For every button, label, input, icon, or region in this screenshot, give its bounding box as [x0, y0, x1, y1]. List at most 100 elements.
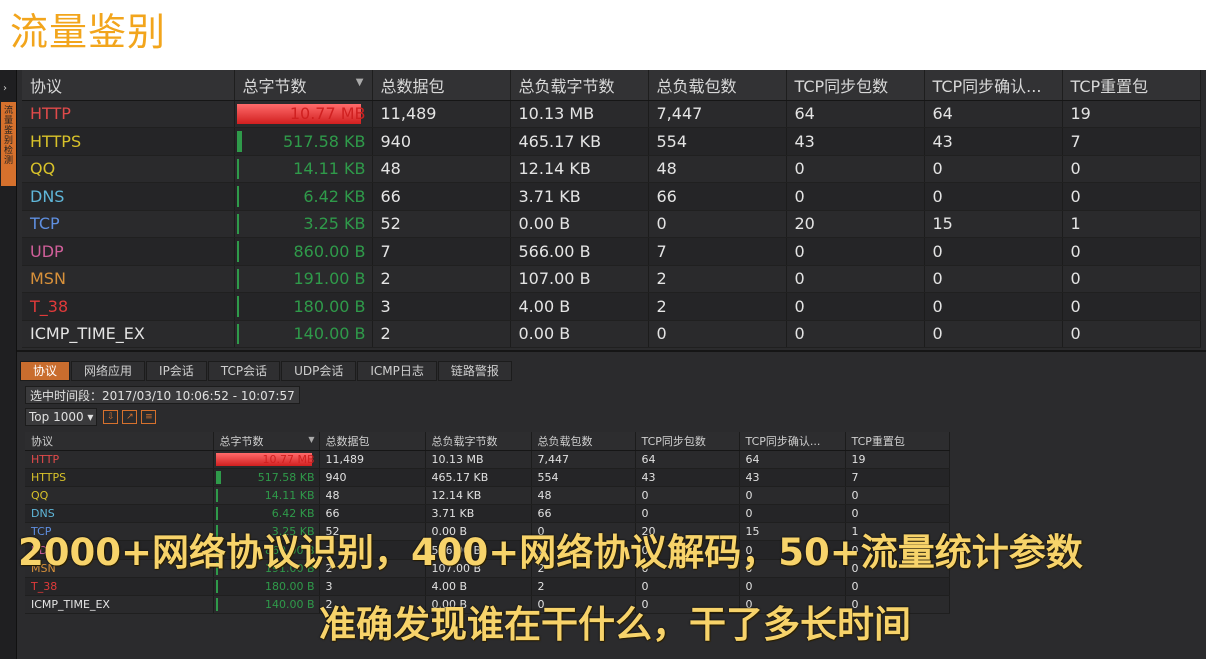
synack-cell: 43 [924, 127, 1063, 156]
synack-cell: 0 [924, 320, 1063, 348]
column-header[interactable]: TCP同步确认... [739, 432, 846, 451]
tab-4[interactable]: UDP会话 [281, 361, 357, 381]
table-row[interactable]: TCP 3.25 KB 52 0.00 B 0 20 15 1 [22, 210, 1201, 238]
tab-5[interactable]: ICMP日志 [357, 361, 437, 381]
packets-cell: 940 [372, 127, 511, 156]
column-header[interactable]: TCP重置包 [845, 432, 950, 451]
export-icon[interactable]: ⇩ [103, 410, 119, 424]
table-body: HTTP 10.77 MB 11,489 10.13 MB 7,447 64 64 19 HTT… [22, 100, 1201, 348]
syn-cell: 0 [786, 155, 925, 183]
bytes-cell: 180.00 B [213, 577, 320, 597]
protocol-name: UDP [22, 237, 235, 266]
column-header-label: 总负载字节数 [518, 76, 615, 96]
payload_bytes-cell: 12.14 KB [425, 486, 532, 506]
protocol-name: QQ [22, 155, 235, 183]
table-row[interactable]: DNS 6.42 KB 66 3.71 KB 66 0 0 0 [22, 182, 1201, 211]
protocol-name: DNS [25, 504, 214, 524]
payload_bytes-cell: 12.14 KB [510, 155, 649, 183]
column-header-label: 协议 [31, 434, 53, 448]
table-row[interactable]: UDP 860.00 B 7 566.00 B7000 [22, 237, 1201, 266]
tab-3[interactable]: TCP会话 [207, 361, 281, 381]
column-header[interactable]: 总字节数 ▼ [234, 70, 373, 101]
bytes-cell: 6.42 KB [213, 504, 320, 524]
synack-cell: 0 [739, 577, 846, 597]
bytes-value: 6.42 KB [271, 507, 315, 521]
time-range-label: 选中时间段：2017/03/10 10:06:52 - 10:07:57 [25, 386, 300, 404]
side-tab[interactable]: 流量鉴别检测 [1, 102, 16, 186]
sort-desc-icon[interactable]: ▼ [356, 77, 364, 88]
payload_packets-cell: 66 [531, 504, 636, 524]
tab-2[interactable]: IP会话 [146, 361, 207, 381]
settings-icon[interactable]: ≡ [141, 410, 157, 424]
column-header[interactable]: TCP同步包数 [786, 70, 925, 101]
table-row[interactable]: MSN 191.00 B 2 107.00 B2000 [22, 265, 1201, 293]
detail-protocol-table: 协议 总字节数 ▼ 总数据包 总负载字节数 总负载包数 TCP同步包数 TCP同步确认... T… [25, 432, 950, 615]
packets-cell: 7 [372, 237, 511, 266]
bytes-value: 191.00 B [293, 269, 366, 289]
side-strip: › 流量鉴别检测 [0, 70, 17, 659]
rst-cell: 1 [1062, 210, 1201, 238]
table-row[interactable]: HTTPS 517.58 KB 940 465.17 KB 554 43 43 7 [25, 468, 950, 487]
column-header[interactable]: 总数据包 [372, 70, 511, 101]
top-n-select[interactable]: Top 1000 ▾ [25, 408, 98, 426]
column-header-label: 总字节数 [219, 434, 264, 448]
column-header[interactable]: 协议 [25, 432, 214, 451]
column-header[interactable]: 总负载字节数 [510, 70, 649, 101]
table-row[interactable]: HTTP 10.77 MB 11,489 10.13 MB 7,447 64 64 19 [22, 100, 1201, 128]
payload_packets-cell: 2 [648, 265, 787, 293]
synack-cell: 0 [924, 155, 1063, 183]
protocol-name: ICMP_TIME_EX [22, 320, 235, 348]
column-header[interactable]: 协议 [22, 70, 235, 101]
rst-cell: 0 [845, 504, 950, 524]
table-row[interactable]: QQ 14.11 KB 48 12.14 KB 48 0 0 0 [25, 486, 950, 506]
column-header[interactable]: TCP重置包 [1062, 70, 1201, 101]
packets-cell: 11,489 [372, 100, 511, 128]
bytes-cell: 6.42 KB [234, 182, 373, 211]
detail-toolbar: Top 1000 ▾ ⇩ ↗ ≡ [25, 408, 160, 426]
bytes-value: 180.00 B [264, 579, 315, 593]
tab-6[interactable]: 链路警报 [437, 361, 512, 381]
column-header[interactable]: 总数据包 [319, 432, 426, 451]
table-row[interactable]: T_38 180.00 B 3 4.00 B2000 [25, 577, 950, 597]
packets-cell: 940 [319, 468, 426, 487]
open-icon[interactable]: ↗ [122, 410, 138, 424]
table-row[interactable]: DNS 6.42 KB 66 3.71 KB 66 0 0 0 [25, 504, 950, 524]
column-header[interactable]: 总负载包数 [531, 432, 636, 451]
bytes-cell: 517.58 KB [234, 127, 373, 156]
rst-cell: 19 [845, 450, 950, 469]
table-row[interactable]: HTTP 10.77 MB 11,489 10.13 MB 7,447 64 64 19 [25, 450, 950, 469]
payload_packets-cell: 554 [648, 127, 787, 156]
column-header-label: 协议 [30, 76, 63, 96]
packets-cell: 3 [319, 577, 426, 597]
column-header[interactable]: TCP同步确认... [924, 70, 1063, 101]
packets-cell: 3 [372, 292, 511, 321]
tab-1[interactable]: 网络应用 [71, 361, 146, 381]
payload_bytes-cell: 107.00 B [510, 265, 649, 293]
table-row[interactable]: ICMP_TIME_EX 140.00 B 2 0.00 B0000 [22, 320, 1201, 348]
synack-cell: 0 [739, 504, 846, 524]
page-title: 流量鉴别 [10, 10, 167, 54]
expand-arrow-icon[interactable]: › [3, 83, 7, 94]
bytes-value: 3.25 KB [303, 214, 366, 234]
payload_packets-cell: 2 [648, 292, 787, 321]
payload_bytes-cell: 566.00 B [510, 237, 649, 266]
bytes-cell: 191.00 B [234, 265, 373, 293]
table-row[interactable]: T_38 180.00 B 3 4.00 B2000 [22, 292, 1201, 321]
bytes-cell: 140.00 B [234, 320, 373, 348]
packets-cell: 48 [372, 155, 511, 183]
payload_bytes-cell: 0.00 B [510, 210, 649, 238]
bytes-cell: 10.77 MB [213, 450, 320, 469]
tab-0[interactable]: 协议 [20, 361, 71, 381]
table-row[interactable]: HTTPS 517.58 KB 940 465.17 KB 554 43 43 7 [22, 127, 1201, 156]
payload_packets-cell: 48 [648, 155, 787, 183]
bytes-value: 10.77 MB [289, 104, 366, 124]
column-header[interactable]: TCP同步包数 [635, 432, 740, 451]
column-header[interactable]: 总负载字节数 [425, 432, 532, 451]
synack-cell: 43 [739, 468, 846, 487]
column-header[interactable]: 总负载包数 [648, 70, 787, 101]
table-row[interactable]: QQ 14.11 KB 48 12.14 KB 48 0 0 0 [22, 155, 1201, 183]
payload_bytes-cell: 4.00 B [510, 292, 649, 321]
sort-desc-icon[interactable]: ▼ [308, 435, 314, 444]
screenshot-root: 流量鉴别 › 流量鉴别检测 协议 总字节数 ▼ 总数据包 总负载字节数 总负载包数 TCP同… [0, 0, 1230, 659]
column-header[interactable]: 总字节数 ▼ [213, 432, 320, 451]
